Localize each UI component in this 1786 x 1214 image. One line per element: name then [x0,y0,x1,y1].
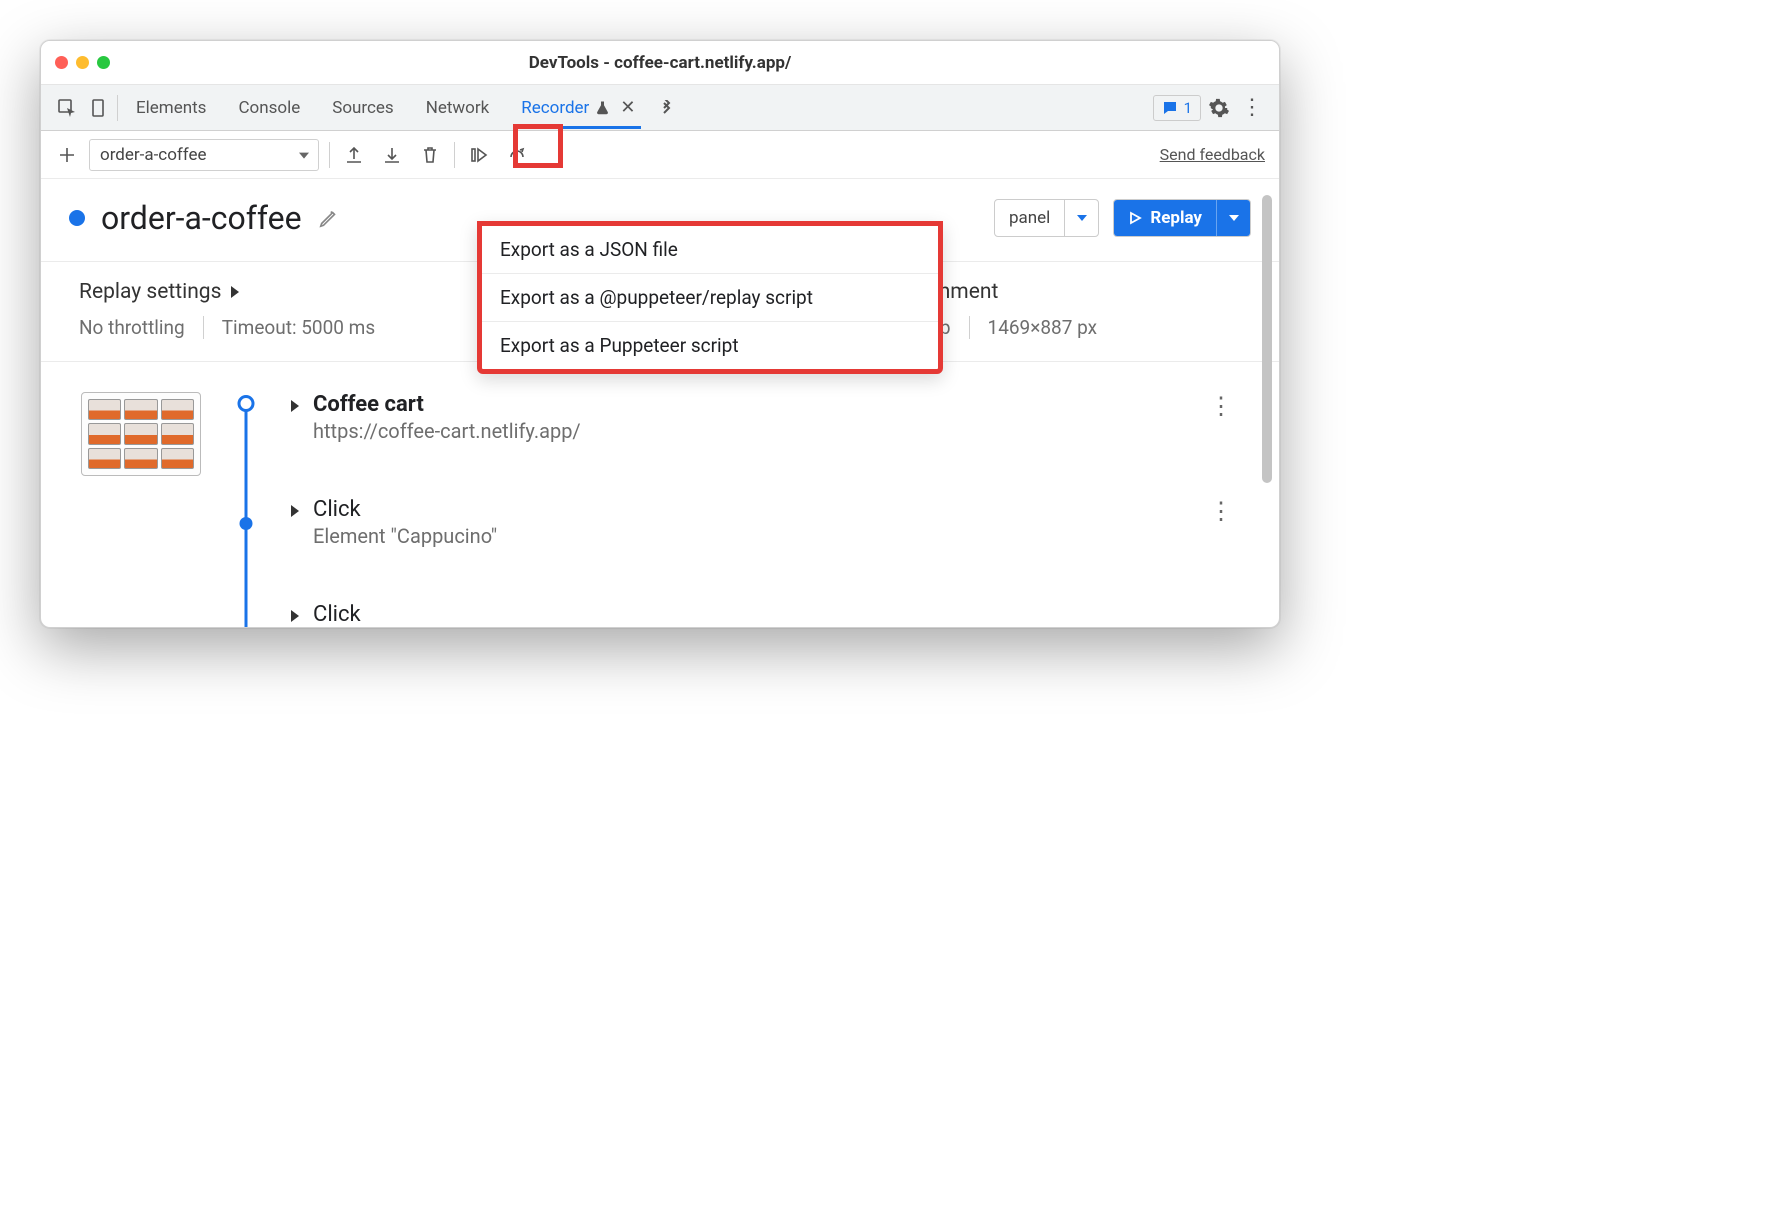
replay-button-caret[interactable] [1216,200,1250,236]
message-icon [1162,100,1178,116]
recorder-toolbar: order-a-coffee Send feedback [41,131,1279,179]
expand-step-icon[interactable] [291,602,299,622]
step-menu-icon[interactable]: ⋮ [1203,497,1239,525]
traffic-lights [55,56,110,69]
new-recording-button[interactable] [55,143,79,167]
step-play-button[interactable] [465,141,493,169]
expand-step-icon[interactable] [291,392,299,412]
scrollbar-thumb[interactable] [1262,195,1272,483]
divider [454,142,455,168]
step-row[interactable]: Coffee cart https://coffee-cart.netlify.… [291,392,1239,443]
zoom-window-button[interactable] [97,56,110,69]
divider [969,316,970,339]
close-tab-icon[interactable]: ✕ [620,97,635,118]
tab-network[interactable]: Network [412,88,504,128]
device-toggle-icon[interactable] [85,94,113,122]
environment-viewport: 1469×887 px [988,316,1098,339]
slow-replay-button[interactable] [503,141,531,169]
devtools-window: DevTools - coffee-cart.netlify.app/ Elem… [40,40,1280,628]
devtools-tabbar: Elements Console Sources Network Recorde… [41,85,1279,131]
step-row[interactable]: Click Element "Cappucino" ⋮ [291,497,1239,548]
step-thumbnail [81,392,201,476]
close-window-button[interactable] [55,56,68,69]
step-title: Click [313,602,1239,627]
expand-step-icon[interactable] [291,497,299,517]
timeline-node [240,517,253,530]
divider [329,142,330,168]
tab-elements[interactable]: Elements [122,88,220,128]
panel-button-label: panel [995,200,1064,236]
recording-title: order-a-coffee [101,199,302,237]
delete-button[interactable] [416,141,444,169]
flask-icon [595,100,610,115]
step-subtitle: https://coffee-cart.netlify.app/ [313,419,1189,443]
recording-status-dot [69,210,85,226]
timeout-value: Timeout: 5000 ms [222,316,375,339]
edit-name-icon[interactable] [318,207,340,229]
panel-button[interactable]: panel [994,199,1099,237]
window-titlebar: DevTools - coffee-cart.netlify.app/ [41,41,1279,85]
inspect-element-icon[interactable] [53,94,81,122]
export-menu: Export as a JSON file Export as a @puppe… [477,221,943,374]
panel-button-caret[interactable] [1064,200,1098,236]
export-puppeteer-item[interactable]: Export as a Puppeteer script [482,322,938,369]
tab-console[interactable]: Console [224,88,314,128]
throttling-value: No throttling [79,316,185,339]
tab-sources[interactable]: Sources [318,88,407,128]
export-button[interactable] [378,141,406,169]
export-json-item[interactable]: Export as a JSON file [482,226,938,274]
export-puppeteer-replay-item[interactable]: Export as a @puppeteer/replay script [482,274,938,322]
divider [203,316,204,339]
step-title: Coffee cart [313,392,1189,417]
minimize-window-button[interactable] [76,56,89,69]
timeline [231,392,261,627]
replay-button[interactable]: Replay [1113,199,1251,237]
more-tabs-icon[interactable] [653,94,681,122]
step-row[interactable]: Click [291,602,1239,627]
recording-selector[interactable]: order-a-coffee [89,139,319,171]
settings-gear-icon[interactable] [1205,94,1233,122]
divider [117,95,118,121]
step-subtitle: Element "Cappucino" [313,524,1189,548]
tab-recorder[interactable]: Recorder ✕ [507,87,649,128]
tab-recorder-label: Recorder [521,98,589,118]
messages-count-value: 1 [1184,99,1192,117]
scrollbar-track[interactable] [1260,195,1274,607]
play-icon [1128,211,1142,225]
replay-button-main: Replay [1114,200,1216,236]
messages-count-button[interactable]: 1 [1153,95,1201,121]
step-menu-icon[interactable]: ⋮ [1203,392,1239,420]
replay-button-label: Replay [1150,208,1202,228]
window-title: DevTools - coffee-cart.netlify.app/ [41,53,1279,73]
steps-area: Coffee cart https://coffee-cart.netlify.… [41,362,1279,627]
timeline-node-start [238,395,255,412]
send-feedback-link[interactable]: Send feedback [1160,145,1265,164]
main-menu-icon[interactable]: ⋮ [1237,95,1267,120]
import-button[interactable] [340,141,368,169]
step-title: Click [313,497,1189,522]
